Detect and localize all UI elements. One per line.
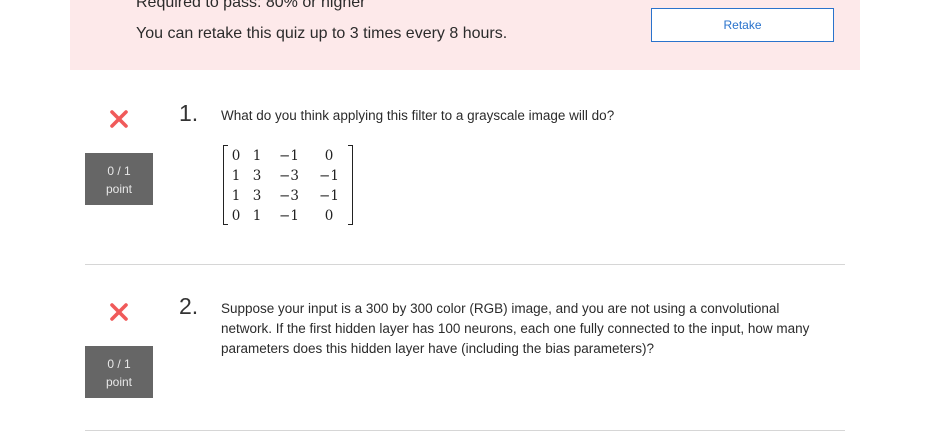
matrix-cell: −1 — [279, 208, 299, 224]
matrix-cell: −3 — [279, 188, 299, 204]
question-text: Suppose your input is a 300 by 300 color… — [221, 301, 810, 356]
matrix-cell: 0 — [324, 148, 334, 164]
question-2: 0 / 1 point 2. Suppose your input is a 3… — [85, 283, 845, 430]
retake-button[interactable]: Retake — [651, 8, 834, 42]
matrix-cell: 1 — [231, 188, 241, 204]
matrix-table: 0 1 −1 0 1 3 −3 −1 1 3 −3 −1 0 1 −1 0 — [227, 146, 349, 226]
matrix-cell: 0 — [231, 148, 241, 164]
matrix-row: 0 1 −1 0 — [227, 146, 349, 166]
score-badge: 0 / 1 point — [85, 153, 153, 205]
matrix-cell: 3 — [252, 168, 262, 184]
matrix-cell: −1 — [319, 168, 339, 184]
score-unit: point — [105, 375, 133, 389]
matrix-cell: −1 — [319, 188, 339, 204]
incorrect-x-icon — [110, 110, 128, 128]
score-unit: point — [105, 182, 133, 196]
question-number: 2. — [179, 293, 199, 319]
pass-requirement-text: Required to pass: 80% or higher — [136, 0, 366, 11]
matrix-cell: 0 — [231, 208, 241, 224]
question-1: 0 / 1 point 1. What do you think applyin… — [85, 90, 845, 264]
filter-matrix: 0 1 −1 0 1 3 −3 −1 1 3 −3 −1 0 1 −1 0 — [223, 145, 353, 227]
matrix-cell: 0 — [324, 208, 334, 224]
question-divider — [85, 264, 845, 265]
score-badge: 0 / 1 point — [85, 346, 153, 398]
matrix-cell: 1 — [252, 208, 262, 224]
matrix-cell: 1 — [252, 148, 262, 164]
incorrect-x-icon — [110, 303, 128, 321]
question-number: 1. — [179, 100, 199, 126]
question-text: What do you think applying this filter t… — [221, 108, 615, 123]
matrix-row: 1 3 −3 −1 — [227, 166, 349, 186]
question-divider — [85, 430, 845, 431]
matrix-cell: −1 — [279, 148, 299, 164]
score-value: 0 / 1 — [107, 357, 131, 371]
matrix-row: 1 3 −3 −1 — [227, 186, 349, 206]
matrix-row: 0 1 −1 0 — [227, 206, 349, 226]
retake-info-text: You can retake this quiz up to 3 times e… — [136, 25, 508, 42]
matrix-cell: 3 — [252, 188, 262, 204]
matrix-cell: −3 — [279, 168, 299, 184]
quiz-status-banner: Required to pass: 80% or higher You can … — [70, 0, 860, 70]
score-value: 0 / 1 — [107, 164, 131, 178]
matrix-cell: 1 — [231, 168, 241, 184]
